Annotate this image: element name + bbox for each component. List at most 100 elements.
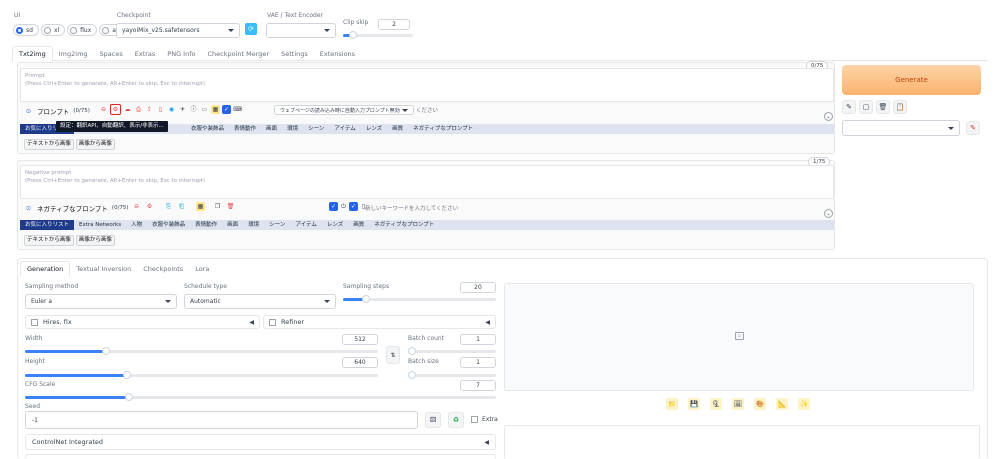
sparkle-icon[interactable]: ✨ — [798, 398, 810, 410]
category-item[interactable]: ネガティブなプロンプト — [369, 220, 439, 230]
checkbox-icon[interactable] — [31, 318, 38, 326]
img2img-button[interactable]: 画像から画像 — [75, 235, 115, 246]
vae-select[interactable] — [266, 23, 336, 38]
clipboard-icon[interactable]: 📋 — [893, 100, 907, 114]
cloud-upload-icon[interactable]: ☁ — [123, 105, 132, 114]
clear-icon[interactable]: ⊖ — [132, 202, 141, 211]
negative-keyword-input[interactable]: 新しいキーワードを入力してください — [365, 204, 458, 212]
image-icon[interactable]: ▦ — [211, 105, 220, 114]
collapse-icon[interactable]: ⌄ — [824, 112, 833, 121]
checkbox-checked-icon[interactable]: ✓ — [329, 202, 338, 211]
tab-img2img[interactable]: Img2img — [53, 47, 94, 61]
image-icon[interactable]: ▦ — [196, 202, 205, 211]
paste-icon[interactable]: ⎗ — [177, 202, 186, 211]
tab-extras[interactable]: Extras — [129, 47, 162, 61]
history-icon[interactable]: ⎙ — [134, 105, 143, 114]
folder-icon[interactable]: 📁 — [666, 398, 678, 410]
cfg-scale-slider[interactable] — [25, 393, 496, 401]
expand-icon[interactable]: ⊙ — [24, 204, 33, 213]
category-item[interactable]: 画面 — [261, 124, 282, 134]
slider-knob[interactable] — [349, 31, 357, 39]
category-item[interactable]: 画質 — [387, 124, 408, 134]
checkpoint-select[interactable]: yayoiMix_v25.safetensors — [116, 23, 240, 38]
category-item[interactable]: 衣服や装飾品 — [147, 220, 190, 230]
trash-icon[interactable]: 🗑 — [876, 100, 890, 114]
zip-icon[interactable]: 🗜 — [710, 398, 722, 410]
width-input[interactable]: 512 — [342, 334, 378, 345]
save-style-icon[interactable]: ▢ — [859, 100, 873, 114]
batch-size-slider[interactable] — [408, 371, 496, 379]
ui-radio-sd[interactable]: sd — [13, 24, 39, 36]
txt2img-button[interactable]: テキストから画像 — [24, 235, 74, 246]
info-icon[interactable]: ⓘ — [189, 105, 198, 114]
send-to-img2img-icon[interactable]: 🖼 — [732, 398, 744, 410]
expand-icon[interactable]: ⊙ — [24, 107, 33, 116]
category-item[interactable]: 画面 — [222, 220, 243, 230]
delete-icon[interactable]: 🗑 — [226, 202, 235, 211]
slider-knob[interactable] — [408, 347, 416, 355]
edit-icon[interactable]: ✎ — [842, 100, 856, 114]
sampling-steps-slider[interactable] — [343, 295, 496, 303]
bookmark-icon[interactable]: ▯ — [156, 105, 165, 114]
extra-seed-toggle[interactable]: Extra — [471, 416, 498, 423]
slider-knob[interactable] — [124, 393, 133, 401]
tab-png-info[interactable]: PNG Info — [161, 47, 201, 61]
tab-checkpoint-merger[interactable]: Checkpoint Merger — [201, 47, 275, 61]
refresh-icon[interactable]: ⟳ — [245, 23, 257, 35]
category-item[interactable]: 衣服や装飾品 — [186, 124, 229, 134]
keyword-search-input[interactable]: ください — [416, 106, 438, 114]
height-input[interactable]: 640 — [342, 357, 378, 368]
send-to-inpaint-icon[interactable]: 🎨 — [754, 398, 766, 410]
category-item[interactable]: レンズ — [361, 124, 387, 134]
copy-icon[interactable]: ⎘ — [164, 202, 173, 211]
category-item[interactable]: アイテム — [290, 220, 321, 230]
generate-button[interactable]: Generate — [842, 65, 981, 95]
slider-knob[interactable] — [361, 295, 370, 303]
category-item[interactable]: 環境 — [243, 220, 264, 230]
checkbox-icon[interactable] — [269, 318, 276, 326]
recycle-icon[interactable]: ♻ — [448, 412, 464, 428]
sampling-steps-input[interactable]: 20 — [460, 282, 496, 293]
category-item[interactable]: シーン — [303, 124, 329, 134]
category-item[interactable]: シーン — [264, 220, 290, 230]
palette-icon[interactable]: ◉ — [167, 105, 176, 114]
styles-select[interactable] — [842, 120, 960, 136]
batch-count-input[interactable]: 1 — [460, 334, 496, 345]
category-item[interactable]: 入物 — [126, 220, 147, 230]
schedule-type-select[interactable]: Automatic — [184, 294, 336, 309]
tab-generation[interactable]: Generation — [20, 261, 71, 277]
duplicate-icon[interactable]: ❐ — [213, 202, 222, 211]
slider-knob[interactable] — [408, 371, 416, 379]
checkbox-checked-icon[interactable]: ✓ — [222, 105, 231, 114]
category-item[interactable]: ネガティブなプロンプト — [408, 124, 478, 134]
dice-icon[interactable]: ⚄ — [425, 412, 441, 428]
brightness-icon[interactable]: ☀ — [178, 105, 187, 114]
tab-lora[interactable]: Lora — [189, 262, 215, 276]
controlnet-accordion[interactable]: ControlNet Integrated ◀ — [25, 434, 496, 450]
tab-txt2img[interactable]: Txt2img — [12, 46, 53, 62]
category-item[interactable]: 表情動作 — [190, 220, 222, 230]
sampling-method-select[interactable]: Euler a — [25, 294, 177, 309]
refiner-accordion[interactable]: Refiner ◀ — [263, 315, 496, 329]
clip-skip-input[interactable]: 2 — [378, 19, 410, 30]
checkbox-checked-icon[interactable]: ✓ — [349, 202, 358, 211]
clip-skip-slider[interactable] — [343, 31, 413, 39]
toggle-icon[interactable]: ▭ — [200, 105, 209, 114]
category-favorites[interactable]: お気に入りリスト — [20, 220, 75, 230]
settings-gear-icon[interactable]: ⚙ — [110, 104, 121, 115]
save-icon[interactable]: 💾 — [688, 398, 700, 410]
batch-size-input[interactable]: 1 — [460, 357, 496, 368]
apply-style-icon[interactable]: ✎ — [966, 121, 980, 135]
category-extra-networks[interactable]: Extra Networks — [74, 220, 126, 230]
category-item[interactable]: 環境 — [282, 124, 303, 134]
negative-textarea[interactable]: Negative prompt (Press Ctrl+Enter to gen… — [20, 165, 834, 199]
keyboard-icon[interactable]: ⌨ — [233, 105, 242, 114]
height-slider[interactable] — [25, 371, 378, 379]
ui-radio-xl[interactable]: xl — [40, 24, 66, 36]
send-to-extras-icon[interactable]: 📐 — [776, 398, 788, 410]
import-icon[interactable]: ⇪ — [145, 105, 154, 114]
seed-input[interactable]: -1 — [25, 411, 418, 429]
category-item[interactable]: アイテム — [329, 124, 360, 134]
clear-icon[interactable]: ⊖ — [99, 105, 108, 114]
prompt-textarea[interactable]: Prompt (Press Ctrl+Enter to generate, Al… — [20, 68, 834, 102]
